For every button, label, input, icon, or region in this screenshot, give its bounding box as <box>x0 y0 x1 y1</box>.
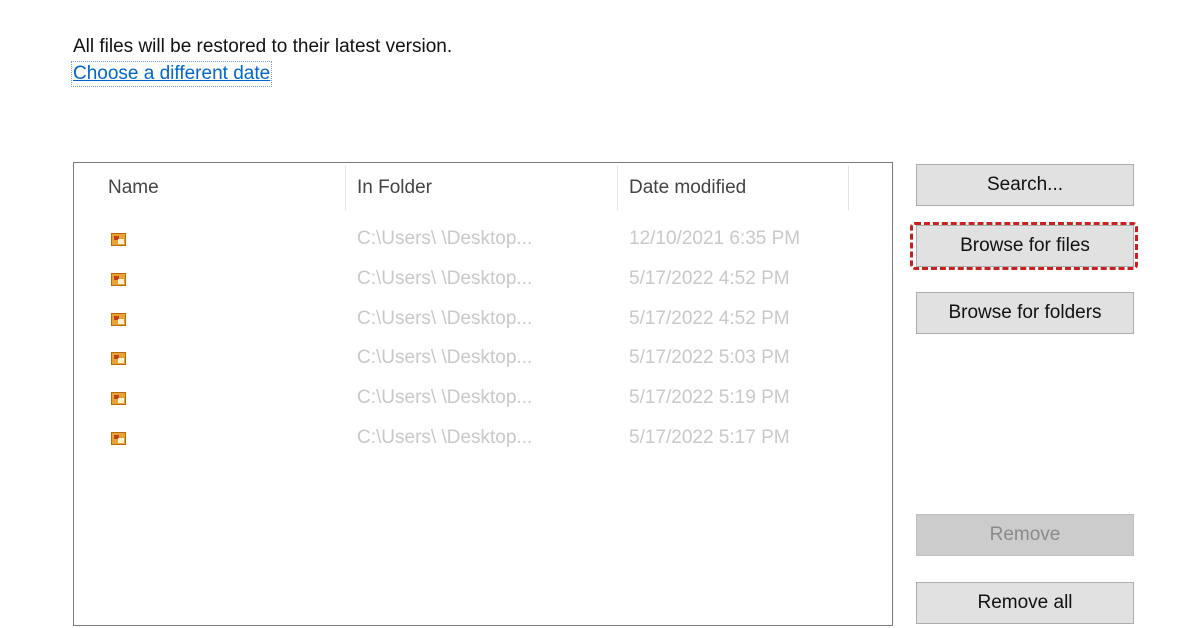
remove-button[interactable]: Remove <box>916 514 1134 556</box>
column-divider <box>617 166 618 210</box>
choose-different-date-link[interactable]: Choose a different date <box>70 61 273 87</box>
column-header-in-folder[interactable]: In Folder <box>357 174 432 202</box>
image-file-icon <box>111 313 126 326</box>
file-date-modified: 5/17/2022 5:17 PM <box>629 427 790 448</box>
column-divider <box>345 166 346 210</box>
browse-for-files-button[interactable]: Browse for files <box>916 225 1134 267</box>
file-row[interactable]: C:\Users\ \Desktop... 5/17/2022 5:17 PM <box>76 421 890 461</box>
file-folder: C:\Users\ \Desktop... <box>357 308 533 329</box>
image-file-icon <box>111 432 126 445</box>
search-button[interactable]: Search... <box>916 164 1134 206</box>
browse-for-folders-button[interactable]: Browse for folders <box>916 292 1134 334</box>
file-date-modified: 5/17/2022 5:19 PM <box>629 387 790 408</box>
file-folder: C:\Users\ \Desktop... <box>357 268 533 289</box>
file-date-modified: 12/10/2021 6:35 PM <box>629 228 801 249</box>
file-row[interactable]: C:\Users\ \Desktop... 5/17/2022 4:52 PM <box>76 262 890 302</box>
column-divider <box>848 166 849 210</box>
column-header-name[interactable]: Name <box>108 174 159 202</box>
file-date-modified: 5/17/2022 4:52 PM <box>629 308 790 329</box>
image-file-icon <box>111 352 126 365</box>
file-folder: C:\Users\ \Desktop... <box>357 427 533 448</box>
image-file-icon <box>111 392 126 405</box>
file-row[interactable]: C:\Users\ \Desktop... 5/17/2022 5:03 PM <box>76 341 890 381</box>
column-header-date-modified[interactable]: Date modified <box>629 174 746 202</box>
file-folder: C:\Users\ \Desktop... <box>357 347 533 368</box>
file-row[interactable]: C:\Users\ \Desktop... 5/17/2022 4:52 PM <box>76 302 890 342</box>
image-file-icon <box>111 273 126 286</box>
remove-all-button[interactable]: Remove all <box>916 582 1134 624</box>
file-row[interactable]: C:\Users\ \Desktop... 12/10/2021 6:35 PM <box>76 222 890 262</box>
file-folder: C:\Users\ \Desktop... <box>357 228 533 249</box>
image-file-icon <box>111 233 126 246</box>
file-date-modified: 5/17/2022 5:03 PM <box>629 347 790 368</box>
file-row[interactable]: C:\Users\ \Desktop... 5/17/2022 5:19 PM <box>76 381 890 421</box>
file-folder: C:\Users\ \Desktop... <box>357 387 533 408</box>
file-date-modified: 5/17/2022 4:52 PM <box>629 268 790 289</box>
restore-info-text: All files will be restored to their late… <box>73 36 453 57</box>
